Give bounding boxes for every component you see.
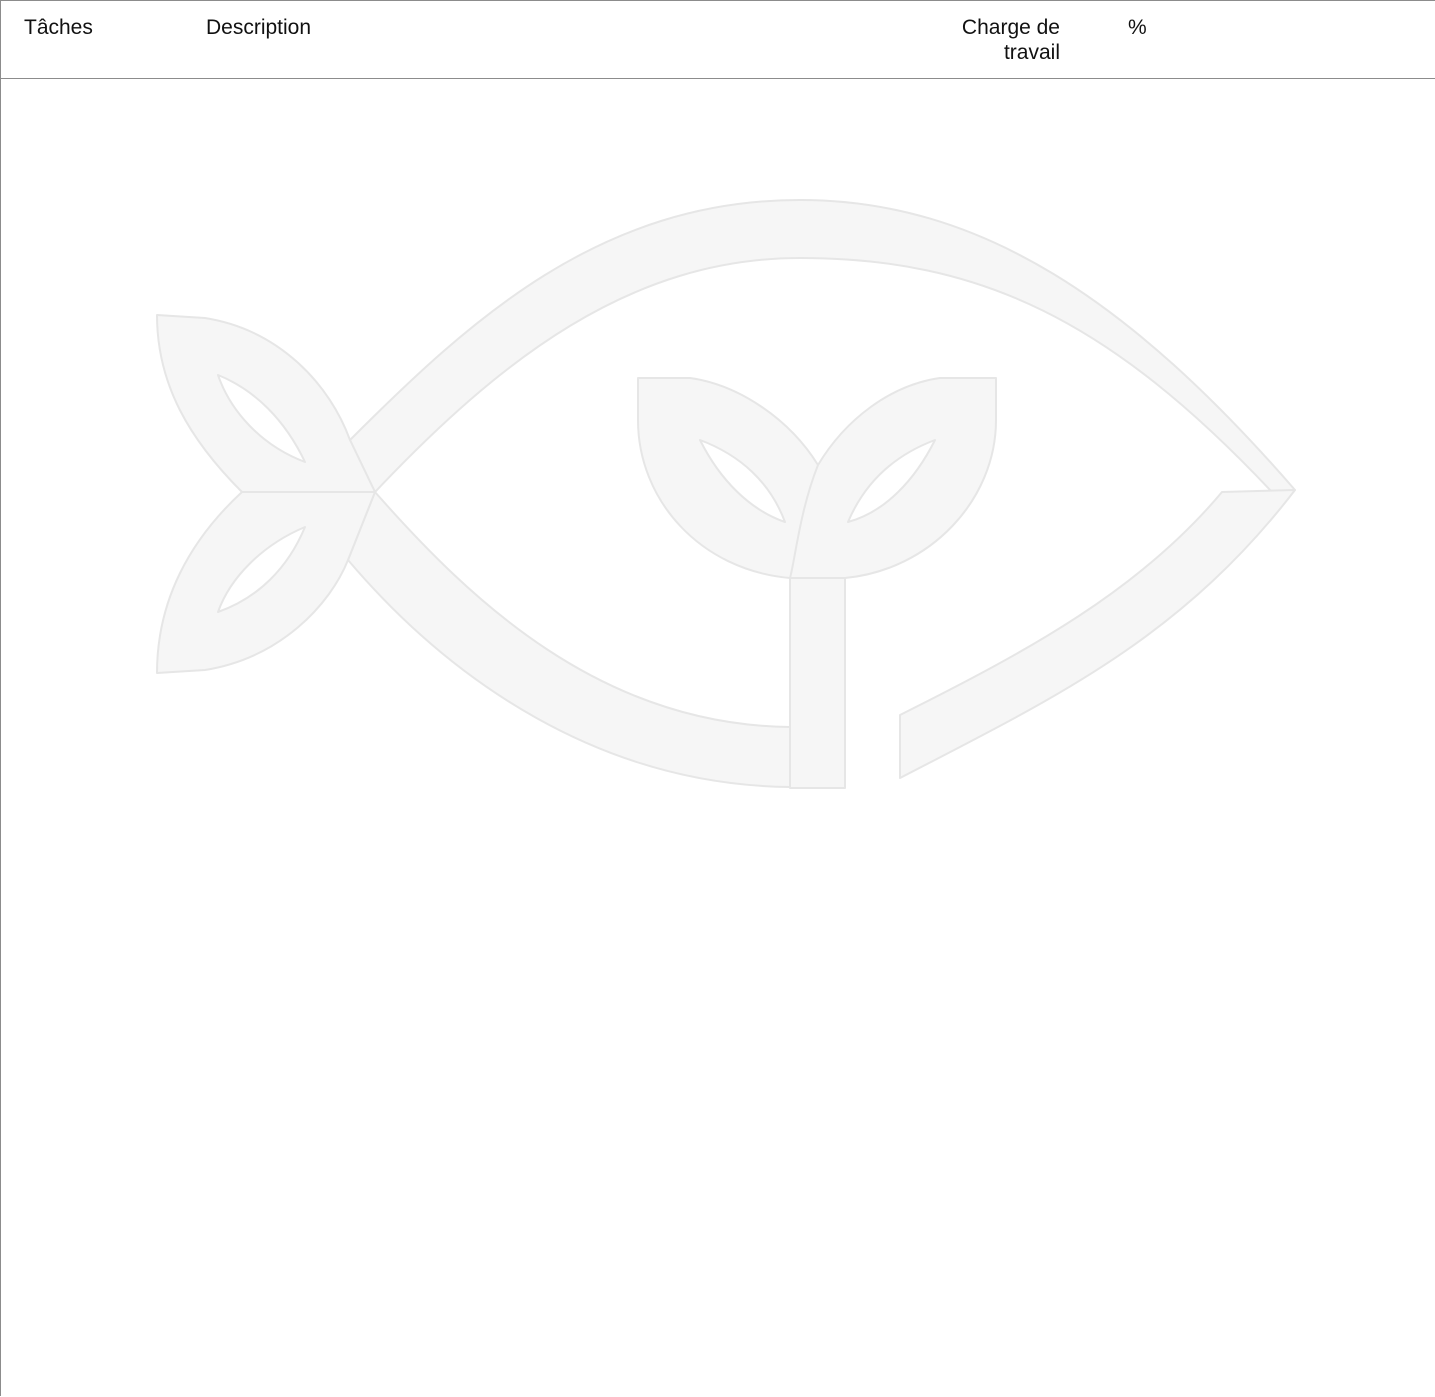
column-header-description: Description <box>206 16 312 39</box>
column-header-workload: Charge de travail <box>961 16 1060 64</box>
task-table: Tâches Description Charge de travail % <box>0 0 1435 1396</box>
table-header-row: Tâches Description Charge de travail % <box>1 1 1435 79</box>
column-header-percent: % <box>1128 16 1147 39</box>
table-body <box>1 79 1435 1397</box>
column-header-tasks: Tâches <box>24 16 93 39</box>
